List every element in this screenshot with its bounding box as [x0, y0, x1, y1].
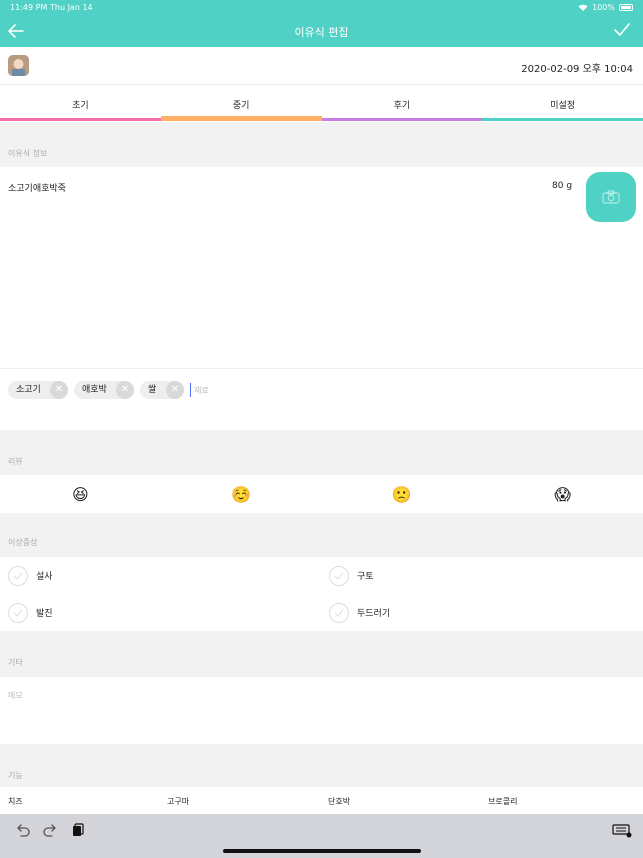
home-indicator	[223, 849, 421, 853]
ingredient-tags: 소고기 ✕ 애호박 ✕ 쌀 ✕	[0, 368, 643, 430]
battery-percent: 100%	[592, 3, 615, 12]
paste-icon[interactable]	[70, 822, 86, 838]
tab-indicator	[321, 118, 483, 121]
review-header	[0, 430, 643, 475]
food-name[interactable]: 소고기애호박죽	[8, 181, 66, 194]
baby-photo-icon	[8, 55, 29, 76]
symptom-row: 설사 구토	[0, 557, 643, 594]
food-amount[interactable]: 80 g	[552, 181, 572, 191]
nav-row: 이유식 편집	[0, 16, 643, 47]
other-header	[0, 631, 643, 677]
symptom-label: 구토	[357, 572, 374, 582]
tab-middle[interactable]: 중기	[160, 86, 322, 121]
tab-unset[interactable]: 미설정	[482, 86, 643, 121]
checkmark-icon[interactable]	[613, 21, 631, 39]
tab-late[interactable]: 후기	[321, 86, 483, 121]
symptom-row: 발진 두드러기	[0, 594, 643, 631]
undo-icon[interactable]	[15, 822, 31, 838]
tab-early[interactable]: 초기	[0, 86, 161, 121]
add-photo-button[interactable]	[586, 172, 636, 222]
tag-label: 애호박	[82, 385, 107, 395]
redo-icon[interactable]	[42, 822, 58, 838]
top-bar: 11:49 PM Thu Jan 14 100% 이유식 편집	[0, 0, 643, 47]
tab-label: 중기	[232, 101, 250, 111]
favorite-item[interactable]: 치즈	[8, 796, 23, 807]
tab-label: 미설정	[550, 101, 576, 111]
favorite-item[interactable]: 브로콜리	[488, 796, 517, 807]
symptom-diarrhea[interactable]: 설사	[8, 557, 53, 594]
status-date: Thu Jan 14	[50, 3, 93, 12]
food-info-header	[0, 122, 643, 167]
avatar[interactable]	[8, 55, 29, 76]
favorite-item[interactable]: 고구마	[167, 796, 189, 807]
ingredient-input[interactable]	[190, 383, 270, 397]
status-bar: 11:49 PM Thu Jan 14 100%	[0, 0, 643, 16]
check-icon	[8, 602, 28, 623]
review-smiling-icon[interactable]: ☺️	[161, 475, 322, 513]
tab-label: 초기	[72, 101, 89, 111]
status-right: 100%	[578, 3, 633, 12]
remove-tag-icon[interactable]: ✕	[116, 381, 134, 399]
memo-input[interactable]	[8, 690, 628, 740]
ingredient-tag[interactable]: 애호박 ✕	[74, 381, 134, 399]
remove-tag-icon[interactable]: ✕	[50, 381, 68, 399]
symptom-label: 설사	[36, 572, 53, 582]
camera-icon	[602, 190, 620, 204]
review-section-label: 리뷰	[8, 457, 23, 466]
ingredient-tag[interactable]: 소고기 ✕	[8, 381, 68, 399]
keyboard-icon[interactable]	[612, 822, 632, 838]
symptoms-header	[0, 513, 643, 557]
tag-label: 쌀	[148, 385, 157, 395]
meta-row: 2020-02-09 오후 10:04	[0, 47, 643, 85]
stage-tabs: 초기 중기 후기 미설정	[0, 86, 643, 121]
symptom-label: 발진	[36, 609, 53, 619]
food-info-section-label: 이유식 정보	[8, 149, 48, 158]
symptom-vomiting[interactable]: 구토	[329, 557, 374, 594]
tab-label: 후기	[393, 101, 411, 111]
symptom-hives[interactable]: 두드러기	[329, 594, 390, 631]
tab-indicator	[482, 118, 643, 121]
battery-icon	[619, 4, 633, 11]
favorites-section-label: 기능	[8, 771, 23, 780]
tag-label: 소고기	[16, 385, 41, 395]
review-frowning-icon[interactable]: 🙁	[322, 475, 483, 513]
check-icon	[329, 602, 349, 623]
favorite-foods: 치즈 고구마 단호박 브로콜리	[0, 787, 643, 814]
symptom-label: 두드러기	[357, 609, 391, 619]
symptom-rash[interactable]: 발진	[8, 594, 53, 631]
other-section-label: 기타	[8, 658, 23, 667]
page-title: 이유식 편집	[294, 26, 349, 39]
ingredient-tag[interactable]: 쌀 ✕	[140, 381, 184, 399]
datetime-label[interactable]: 2020-02-09 오후 10:04	[521, 60, 633, 75]
review-options: 😆 ☺️ 🙁 😱	[0, 475, 643, 513]
symptoms-section-label: 이상증상	[8, 538, 38, 547]
remove-tag-icon[interactable]: ✕	[166, 381, 184, 399]
review-laughing-icon[interactable]: 😆	[0, 475, 161, 513]
tab-indicator	[160, 116, 322, 121]
status-time: 11:49 PM	[10, 3, 48, 12]
tab-indicator	[0, 118, 161, 121]
check-icon	[8, 565, 28, 586]
review-screaming-icon[interactable]: 😱	[482, 475, 643, 513]
favorites-header	[0, 744, 643, 787]
wifi-icon	[578, 4, 588, 11]
favorite-item[interactable]: 단호박	[328, 796, 350, 807]
check-icon	[329, 565, 349, 586]
